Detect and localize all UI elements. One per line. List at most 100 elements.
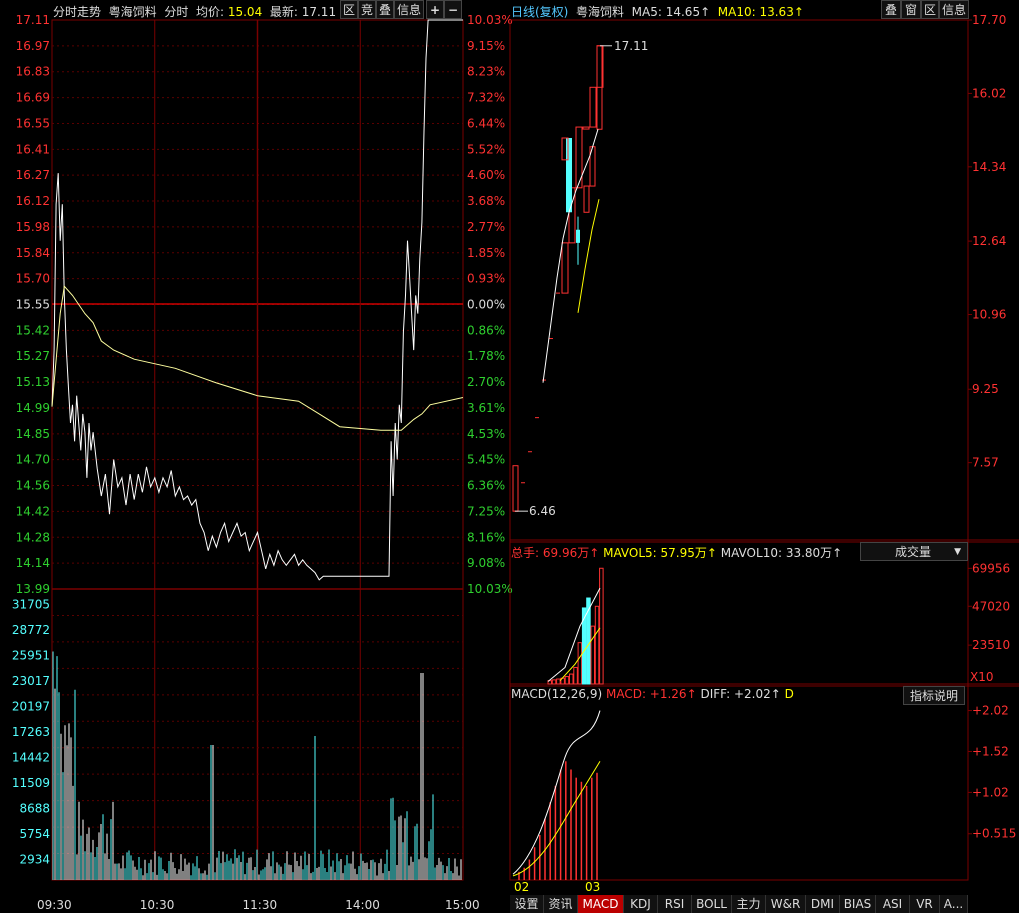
mavol10: MAVOL10: 33.80万↑ [720, 546, 843, 560]
tab-label[interactable]: 分时走势 [53, 5, 101, 19]
tab-a[interactable]: A... [940, 895, 968, 913]
price-tick-label: 15.70 [16, 272, 50, 286]
pct-tick-label: 4.60% [467, 168, 505, 182]
candle-up [583, 185, 590, 213]
indicator-dropdown[interactable]: 成交量 ▼ [860, 542, 968, 561]
daily-volume-bar [564, 676, 570, 685]
auction-button[interactable]: 竞 [358, 0, 376, 19]
last-price-value: 17.11 [301, 5, 337, 19]
diff-value: DIFF: +2.02↑ [700, 687, 781, 701]
price-tick-label: 16.69 [16, 91, 50, 105]
tab-vr[interactable]: VR [910, 895, 940, 913]
range-button[interactable]: 区 [340, 0, 358, 19]
tab-boll[interactable]: BOLL [692, 895, 732, 913]
pct-tick-label: 0.00% [467, 298, 505, 312]
candle-up [589, 86, 597, 128]
total-volume: 总手: 69.96万↑ [511, 546, 600, 560]
daily-header: 日线(复权) 粤海饲料 MA5: 14.65↑ MA10: 13.63↑ [511, 3, 804, 20]
volume-tick-label: 17263 [12, 725, 50, 739]
daily-label[interactable]: 日线(复权) [511, 5, 568, 19]
range-button-right[interactable]: 区 [921, 0, 939, 19]
info-button[interactable]: 信息 [394, 0, 424, 19]
tab-dmi[interactable]: DMI [806, 895, 840, 913]
daily-price-tick-label: 7.57 [972, 456, 999, 470]
mode-label: 分时 [164, 5, 189, 19]
price-tick-label: 15.13 [16, 375, 50, 389]
pct-tick-label: 2.70% [467, 375, 505, 389]
tab-rsi[interactable]: RSI [658, 895, 692, 913]
daily-volume-bar [599, 567, 604, 685]
pct-tick-label: 9.08% [467, 556, 505, 570]
volume-tick-label: 11509 [12, 776, 50, 790]
daily-volume-bar [594, 605, 600, 685]
date-label: 02 [514, 880, 529, 894]
price-tick-label: 16.55 [16, 116, 50, 130]
ma10-label: MA10: 13.63↑ [717, 5, 804, 19]
volume-tick-label: 31705 [12, 597, 50, 611]
tab-wr[interactable]: W&R [766, 895, 806, 913]
intraday-header: 分时走势 粤海饲料 分时 均价: 15.04 最新: 17.11 [53, 3, 336, 20]
daily-price-tick-label: 10.96 [972, 308, 1006, 322]
daily-volume-tick-label: 69956 [972, 561, 1010, 575]
price-tick-label: 15.42 [16, 323, 50, 337]
price-tick-label: 14.42 [16, 504, 50, 518]
macd-tick-label: +0.515 [972, 827, 1016, 841]
ma5-label: MA5: 14.65↑ [631, 5, 711, 19]
tab-[interactable]: 设置 [510, 895, 544, 913]
pct-tick-label: 8.16% [467, 530, 505, 544]
daily-volume-bar [577, 642, 583, 685]
tab-kdj[interactable]: KDJ [624, 895, 658, 913]
pct-tick-label: 6.36% [467, 479, 505, 493]
tab-bias[interactable]: BIAS [840, 895, 876, 913]
daily-volume-bar [573, 666, 578, 685]
tab-asi[interactable]: ASI [876, 895, 910, 913]
dropdown-label: 成交量 [895, 545, 932, 559]
volume-tick-label: 8688 [19, 802, 50, 816]
pct-tick-label: 5.52% [467, 142, 505, 156]
volume-tick-label: 23017 [12, 674, 50, 688]
volume-header: 总手: 69.96万↑ MAVOL5: 57.95万↑ MAVOL10: 33.… [511, 544, 842, 561]
candle-down [566, 137, 572, 213]
pct-tick-label: 9.15% [467, 39, 505, 53]
daily-frame [509, 19, 969, 881]
pct-tick-label: 1.78% [467, 349, 505, 363]
price-tick-label: 13.99 [16, 582, 50, 596]
avg-price-label: 均价: [195, 5, 225, 19]
pct-tick-label: 7.32% [467, 91, 505, 105]
time-tick-label: 10:30 [140, 898, 175, 912]
tab-[interactable]: 资讯 [544, 895, 578, 913]
stock-name: 粤海饲料 [108, 5, 157, 19]
volume-unit-label: X10 [970, 670, 994, 684]
pct-tick-label: 2.77% [467, 220, 505, 234]
date-label: 03 [585, 880, 600, 894]
mavol5: MAVOL5: 57.95万↑ [603, 546, 717, 560]
daily-volume-bar [581, 607, 587, 685]
info-button-right[interactable]: 信息 [939, 0, 969, 19]
overlay-button-right[interactable]: 叠 [881, 0, 901, 19]
pct-tick-label: 0.93% [467, 272, 505, 286]
price-tick-label: 14.56 [16, 479, 50, 493]
daily-price-tick-label: 14.34 [972, 160, 1006, 174]
candle-up [582, 126, 590, 130]
price-tick-label: 14.70 [16, 453, 50, 467]
price-tick-label: 15.84 [16, 246, 50, 260]
daily-price-tick-label: 17.70 [972, 13, 1006, 27]
zoom-out-button[interactable]: − [444, 0, 462, 19]
overlay-button[interactable]: 叠 [376, 0, 394, 19]
zoom-in-button[interactable]: + [426, 0, 444, 19]
volume-tick-label: 20197 [12, 699, 50, 713]
time-tick-label: 15:00 [445, 898, 480, 912]
indicator-help-button[interactable]: 指标说明 [903, 686, 965, 705]
tab-macd[interactable]: MACD [578, 895, 624, 913]
pct-tick-label: 10.03% [467, 582, 513, 596]
pct-tick-label: 5.45% [467, 453, 505, 467]
window-button[interactable]: 窗 [901, 0, 921, 19]
macd-tick-label: +1.02 [972, 785, 1009, 799]
daily-volume-bar [551, 679, 557, 685]
tab-[interactable]: 主力 [732, 895, 766, 913]
pct-tick-label: 1.85% [467, 246, 505, 260]
price-tick-label: 16.41 [16, 142, 50, 156]
daily-stock-name: 粤海饲料 [576, 5, 625, 19]
price-tick-label: 17.11 [16, 13, 50, 27]
pct-tick-label: 8.23% [467, 65, 505, 79]
